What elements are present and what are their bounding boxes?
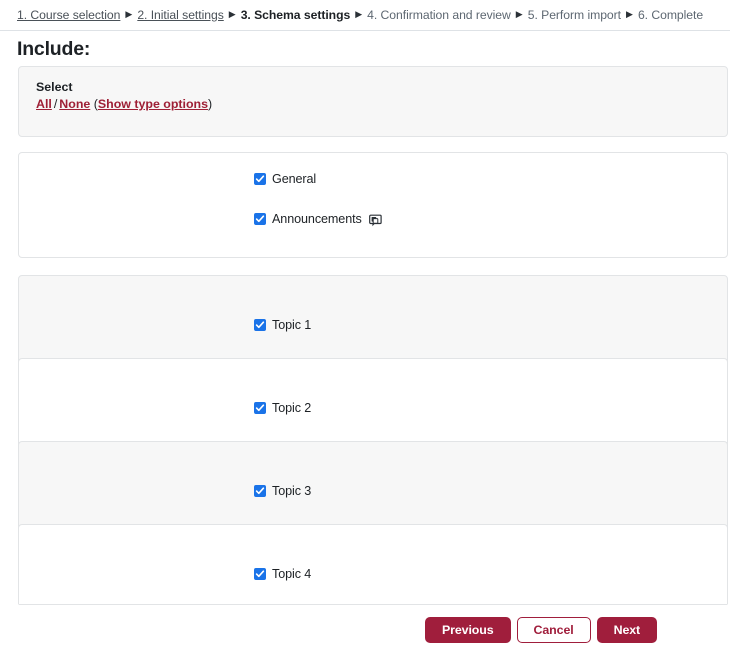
close-paren: ) [208,97,213,111]
page-title: Include: [17,38,91,60]
select-none-link[interactable]: None [59,97,90,111]
include-label-topic-2: Topic 2 [272,401,312,415]
include-row-announcements: Announcements [254,212,383,228]
previous-button[interactable]: Previous [425,617,511,643]
breadcrumb-step-complete: 6. Complete [637,8,704,22]
include-label-general: General [272,172,317,186]
checkbox-general[interactable] [254,173,266,185]
include-label-topic-1: Topic 1 [272,318,312,332]
select-all-link[interactable]: All [36,97,52,111]
breadcrumb-step-course-selection[interactable]: 1. Course selection [17,8,120,22]
checkbox-topic-1[interactable] [254,319,266,331]
breadcrumb-separator-icon: ▶ [228,8,236,19]
checkbox-announcements[interactable] [254,213,266,225]
section-card-general: General Announcements [18,152,728,258]
breadcrumb-step-schema-settings: 3. Schema settings [240,8,351,22]
include-row-topic-3: Topic 3 [254,484,311,498]
breadcrumb-step-initial-settings[interactable]: 2. Initial settings [137,8,224,22]
import-wizard-breadcrumb: 1. Course selection ▶ 2. Initial setting… [0,0,730,31]
select-options-card: Select All / None (Show type options) [18,66,728,137]
checkbox-topic-3[interactable] [254,485,266,497]
breadcrumb-separator-icon: ▶ [355,8,363,19]
import-schema-settings-page: 1. Course selection ▶ 2. Initial setting… [0,0,730,654]
include-row-topic-2: Topic 2 [254,401,311,415]
breadcrumb-step-perform-import: 5. Perform import [527,8,622,22]
wizard-action-buttons: Previous Cancel Next [425,617,658,643]
select-label: Select [36,80,73,94]
cancel-button[interactable]: Cancel [516,617,591,643]
breadcrumb-separator-icon: ▶ [125,8,133,19]
breadcrumb-separator-icon: ▶ [515,8,523,19]
include-row-topic-4: Topic 4 [254,567,311,581]
include-row-topic-1: Topic 1 [254,318,311,332]
breadcrumb-step-confirmation-and-review: 4. Confirmation and review [367,8,511,22]
include-label-topic-4: Topic 4 [272,567,312,581]
breadcrumb-separator-icon: ▶ [626,8,633,19]
include-label-announcements: Announcements [272,212,362,226]
next-button[interactable]: Next [596,617,658,643]
include-label-topic-3: Topic 3 [272,484,312,498]
forum-icon [368,214,383,228]
include-row-general: General [254,172,316,186]
checkbox-topic-2[interactable] [254,402,266,414]
select-links-row: All / None (Show type options) [36,96,727,113]
show-type-options-link[interactable]: Show type options [98,97,208,111]
checkbox-topic-4[interactable] [254,568,266,580]
